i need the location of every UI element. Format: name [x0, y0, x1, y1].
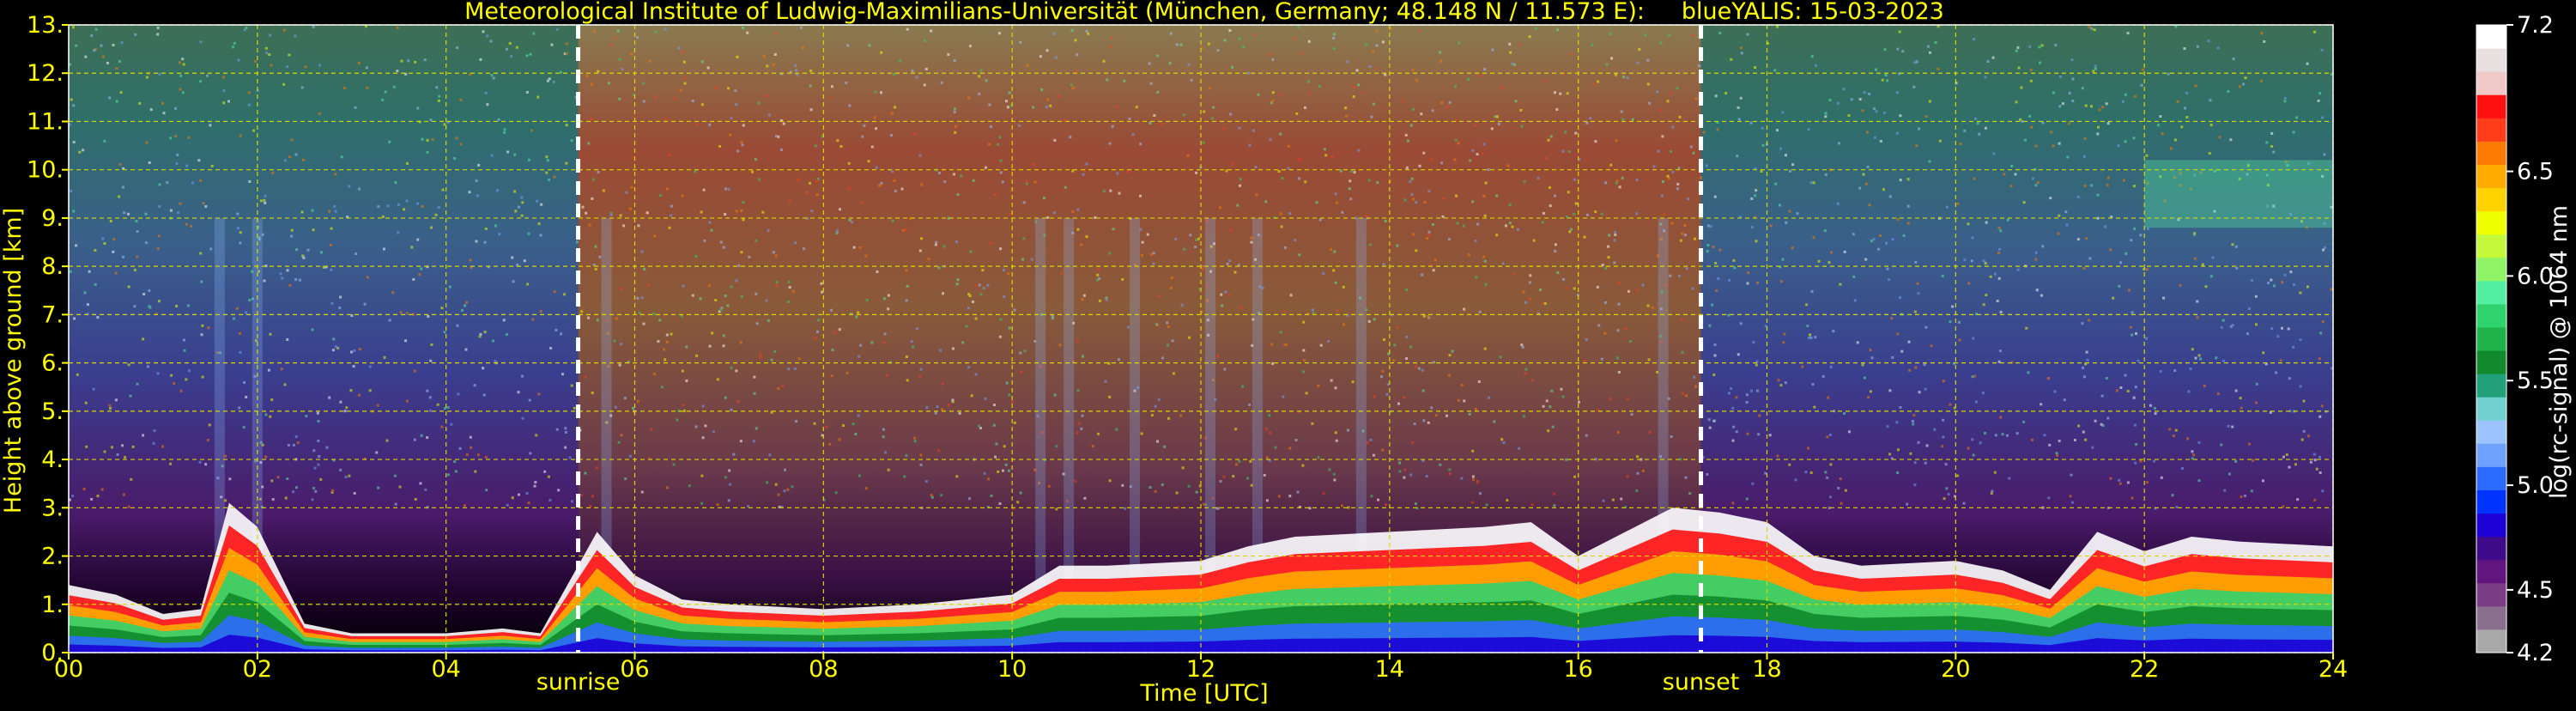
- colorbar-segment: [2476, 582, 2506, 607]
- sunset-label: sunset: [1663, 669, 1740, 696]
- x-tick-label: 24: [2318, 656, 2348, 683]
- x-tick-label: 06: [620, 656, 649, 683]
- y-tick-label: 4.: [41, 447, 64, 473]
- colorbar: 4.24.55.05.56.06.57.2: [2476, 12, 2554, 666]
- x-tick-label: 22: [2130, 656, 2159, 683]
- y-tick-label: 3.: [41, 495, 64, 521]
- colorbar-segment: [2476, 489, 2506, 514]
- cloud-column: [601, 217, 612, 595]
- backscatter-chart: sunrise sunset 00 02 04 06 08 10 12 14 16 18 20 22 24…: [0, 0, 2573, 707]
- y-tick-label: 12.: [27, 60, 64, 87]
- colorbar-segment: [2476, 536, 2506, 561]
- sunrise-label: sunrise: [536, 669, 621, 696]
- colorbar-tick-label: 7.2: [2517, 12, 2554, 39]
- cloud-column: [1064, 217, 1075, 595]
- cloud-column: [1252, 217, 1263, 595]
- colorbar-segment: [2476, 374, 2506, 398]
- colorbar-tick-label: 4.5: [2517, 577, 2554, 604]
- chart-title: Meteorological Institute of Ludwig-Maxim…: [464, 0, 1944, 25]
- cloud-column: [1204, 217, 1215, 595]
- y-tick-label: 1.: [41, 592, 64, 618]
- colorbar-segment: [2476, 118, 2506, 142]
- colorbar-segment: [2476, 257, 2506, 282]
- colorbar-segment: [2476, 513, 2506, 538]
- colorbar-segment: [2476, 326, 2506, 351]
- cloud-column: [1130, 217, 1141, 595]
- colorbar-segment: [2476, 25, 2506, 49]
- colorbar-segment: [2476, 559, 2506, 584]
- x-tick-label: 16: [1563, 656, 1592, 683]
- colorbar-segment: [2476, 48, 2506, 72]
- colorbar-segment: [2476, 187, 2506, 212]
- colorbar-segment: [2476, 350, 2506, 374]
- x-tick-label: 04: [431, 656, 460, 683]
- x-tick-label: 20: [1941, 656, 1970, 683]
- x-tick-label: 14: [1375, 656, 1404, 683]
- y-axis-label: Height above ground [km]: [0, 208, 27, 514]
- colorbar-segment: [2476, 234, 2506, 258]
- x-axis-label: Time [UTC]: [1139, 680, 1268, 707]
- y-tick-label: 7.: [41, 301, 64, 328]
- x-tick-label: 18: [1752, 656, 1781, 683]
- colorbar-segment: [2476, 466, 2506, 490]
- colorbar-label: log(rc-signal) @ 1064 nm: [2546, 205, 2573, 499]
- lidar-quicklook: sunrise sunset 00 02 04 06 08 10 12 14 16 18 20 22 24…: [0, 0, 2576, 708]
- colorbar-segment: [2476, 605, 2506, 630]
- y-tick-label: 9.: [41, 205, 64, 232]
- colorbar-segment: [2476, 443, 2506, 467]
- y-tick-label: 2.: [41, 544, 64, 570]
- colorbar-segment: [2476, 210, 2506, 235]
- colorbar-segment: [2476, 629, 2506, 653]
- colorbar-segment: [2476, 303, 2506, 328]
- colorbar-segment: [2476, 141, 2506, 165]
- x-tick-label: 12: [1186, 656, 1215, 683]
- x-tick-label: 02: [243, 656, 272, 683]
- y-tick-label: 13.: [27, 12, 64, 39]
- colorbar-tick-label: 6.5: [2517, 159, 2554, 185]
- colorbar-segment: [2476, 420, 2506, 444]
- colorbar-segment: [2476, 280, 2506, 305]
- colorbar-segment: [2476, 94, 2506, 118]
- y-tick-label: 8.: [41, 253, 64, 280]
- y-tick-label: 10.: [27, 157, 64, 184]
- colorbar-tick-label: 4.2: [2517, 640, 2554, 666]
- y-tick-label: 5.: [41, 398, 64, 425]
- colorbar-segment: [2476, 164, 2506, 189]
- colorbar-segment: [2476, 71, 2506, 95]
- colorbar-segment: [2476, 397, 2506, 421]
- y-tick-label: 6.: [41, 350, 64, 377]
- cloud-column: [1035, 217, 1046, 595]
- x-tick-label: 10: [997, 656, 1027, 683]
- y-tick-label: 11.: [27, 108, 64, 135]
- x-tick-label: 08: [809, 656, 838, 683]
- y-tick-label: 0.: [41, 640, 64, 666]
